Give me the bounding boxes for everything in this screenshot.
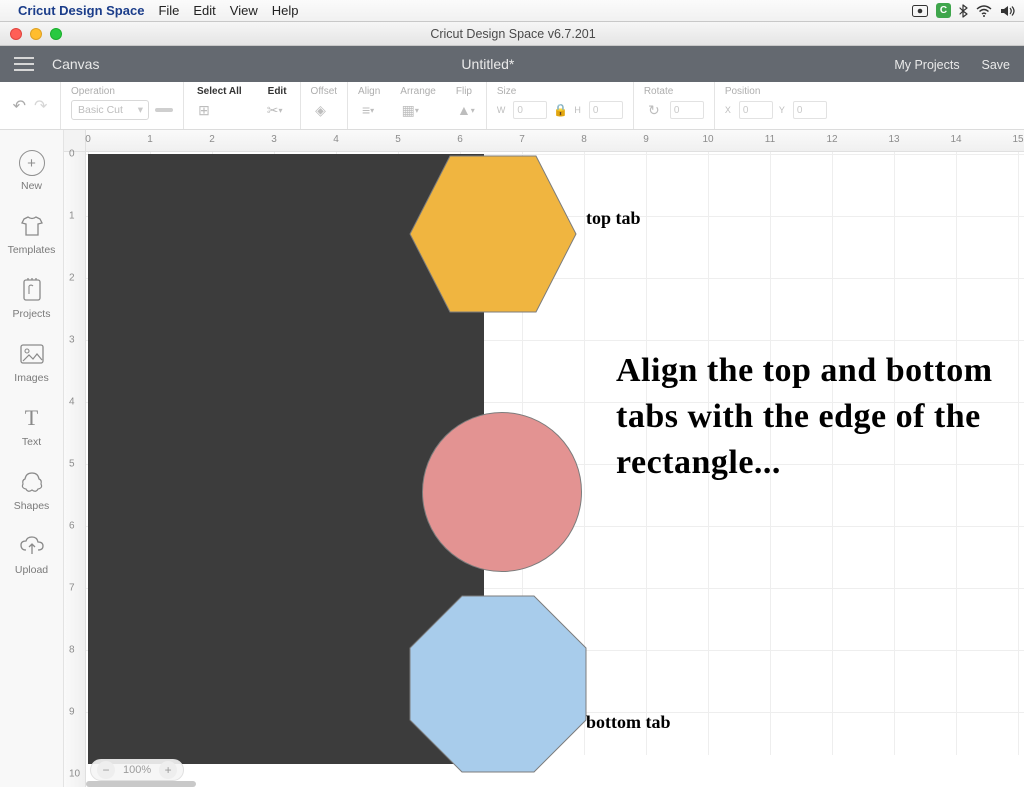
menu-view[interactable]: View [230, 3, 258, 18]
save-link[interactable]: Save [982, 58, 1011, 72]
menubar-app-name[interactable]: Cricut Design Space [18, 3, 144, 18]
plus-icon: + [19, 150, 45, 176]
window-maximize-button[interactable] [50, 28, 62, 40]
app-header: Canvas Untitled* My Projects Save [0, 46, 1024, 82]
window-title: Cricut Design Space v6.7.201 [62, 27, 964, 41]
rotate-input[interactable]: 0 [670, 101, 704, 119]
rail-images[interactable]: Images [0, 330, 63, 394]
document-title: Untitled* [99, 56, 876, 72]
lock-aspect-icon[interactable]: 🔒 [553, 103, 568, 117]
ruler-corner [64, 130, 86, 152]
shapes-icon [18, 468, 46, 496]
menu-edit[interactable]: Edit [193, 3, 215, 18]
zoom-control: − 100% + [90, 759, 184, 781]
notebook-icon [18, 276, 46, 304]
pos-x-input[interactable]: 0 [739, 101, 773, 119]
arrange-label: Arrange [400, 86, 436, 97]
annotation-instruction: Align the top and bottom tabs with the e… [616, 348, 1024, 486]
volume-icon[interactable] [1000, 5, 1016, 17]
align-button[interactable]: ≡▾ [358, 100, 378, 120]
shirt-icon [18, 212, 46, 240]
flip-label: Flip [456, 86, 476, 97]
flip-button[interactable]: ▲▾ [456, 100, 476, 120]
my-projects-link[interactable]: My Projects [894, 58, 959, 72]
height-input[interactable]: 0 [589, 101, 623, 119]
zoom-in-button[interactable]: + [159, 761, 177, 779]
traffic-lights [0, 28, 62, 40]
mac-menubar: Cricut Design Space File Edit View Help … [0, 0, 1024, 22]
zoom-percent: 100% [123, 764, 151, 776]
circle-shape[interactable] [422, 412, 582, 572]
horizontal-scrollbar[interactable] [86, 781, 196, 787]
offset-label: Offset [311, 86, 338, 97]
size-label: Size [497, 86, 623, 97]
operation-group: Operation Basic Cut [61, 82, 183, 129]
select-all-icon[interactable]: ⊞ [194, 100, 214, 120]
annotation-top-tab: top tab [586, 208, 641, 229]
menubar-status: C [912, 3, 1016, 18]
window-close-button[interactable] [10, 28, 22, 40]
design-canvas[interactable]: top tab bottom tab Align the top and bot… [86, 152, 1024, 755]
canvas-label: Canvas [52, 56, 99, 72]
window-minimize-button[interactable] [30, 28, 42, 40]
undo-button[interactable]: ↶ [13, 96, 26, 116]
rail-shapes[interactable]: Shapes [0, 458, 63, 522]
redo-button[interactable]: ↷ [34, 96, 47, 116]
header-right: My Projects Save [876, 56, 1010, 72]
left-rail: + New Templates Projects Images T Text S… [0, 130, 64, 787]
annotation-bottom-tab: bottom tab [586, 712, 671, 733]
edit-button[interactable]: Edit [265, 86, 290, 97]
select-all-button[interactable]: Select All [194, 86, 245, 97]
rotate-icon: ↻ [644, 100, 664, 120]
rail-projects[interactable]: Projects [0, 266, 63, 330]
position-label: Position [725, 86, 827, 97]
upload-icon [18, 532, 46, 560]
align-label: Align [358, 86, 380, 97]
screen-record-icon[interactable] [912, 5, 928, 17]
menu-file[interactable]: File [158, 3, 179, 18]
pos-y-input[interactable]: 0 [793, 101, 827, 119]
edit-icon[interactable]: ✂▾ [265, 100, 285, 120]
bluetooth-icon[interactable] [959, 4, 968, 18]
width-input[interactable]: 0 [513, 101, 547, 119]
zoom-out-button[interactable]: − [97, 761, 115, 779]
rail-new[interactable]: + New [0, 140, 63, 202]
rail-upload[interactable]: Upload [0, 522, 63, 586]
image-icon [18, 340, 46, 368]
wifi-icon[interactable] [976, 5, 992, 17]
text-icon: T [18, 404, 46, 432]
window-titlebar: Cricut Design Space v6.7.201 [0, 22, 1024, 46]
rail-templates[interactable]: Templates [0, 202, 63, 266]
operation-color-swatch[interactable] [155, 108, 173, 112]
operation-select[interactable]: Basic Cut [71, 100, 149, 120]
ruler-horizontal: 0123456789101112131415 [86, 130, 1024, 152]
hexagon-shape[interactable] [408, 154, 578, 314]
octagon-shape[interactable] [408, 594, 588, 774]
hamburger-menu-button[interactable] [14, 57, 34, 71]
arrange-button[interactable]: ▦▾ [400, 100, 420, 120]
menu-help[interactable]: Help [272, 3, 299, 18]
canvas-area[interactable]: 0123456789101112131415 012345678910 top … [64, 130, 1024, 787]
rail-text[interactable]: T Text [0, 394, 63, 458]
toolbar: ↶ ↷ Operation Basic Cut Select All ⊞ Edi… [0, 82, 1024, 130]
rotate-label: Rotate [644, 86, 704, 97]
cricut-badge-icon[interactable]: C [936, 3, 951, 18]
offset-button[interactable]: ◈ [311, 100, 331, 120]
ruler-vertical: 012345678910 [64, 152, 86, 787]
